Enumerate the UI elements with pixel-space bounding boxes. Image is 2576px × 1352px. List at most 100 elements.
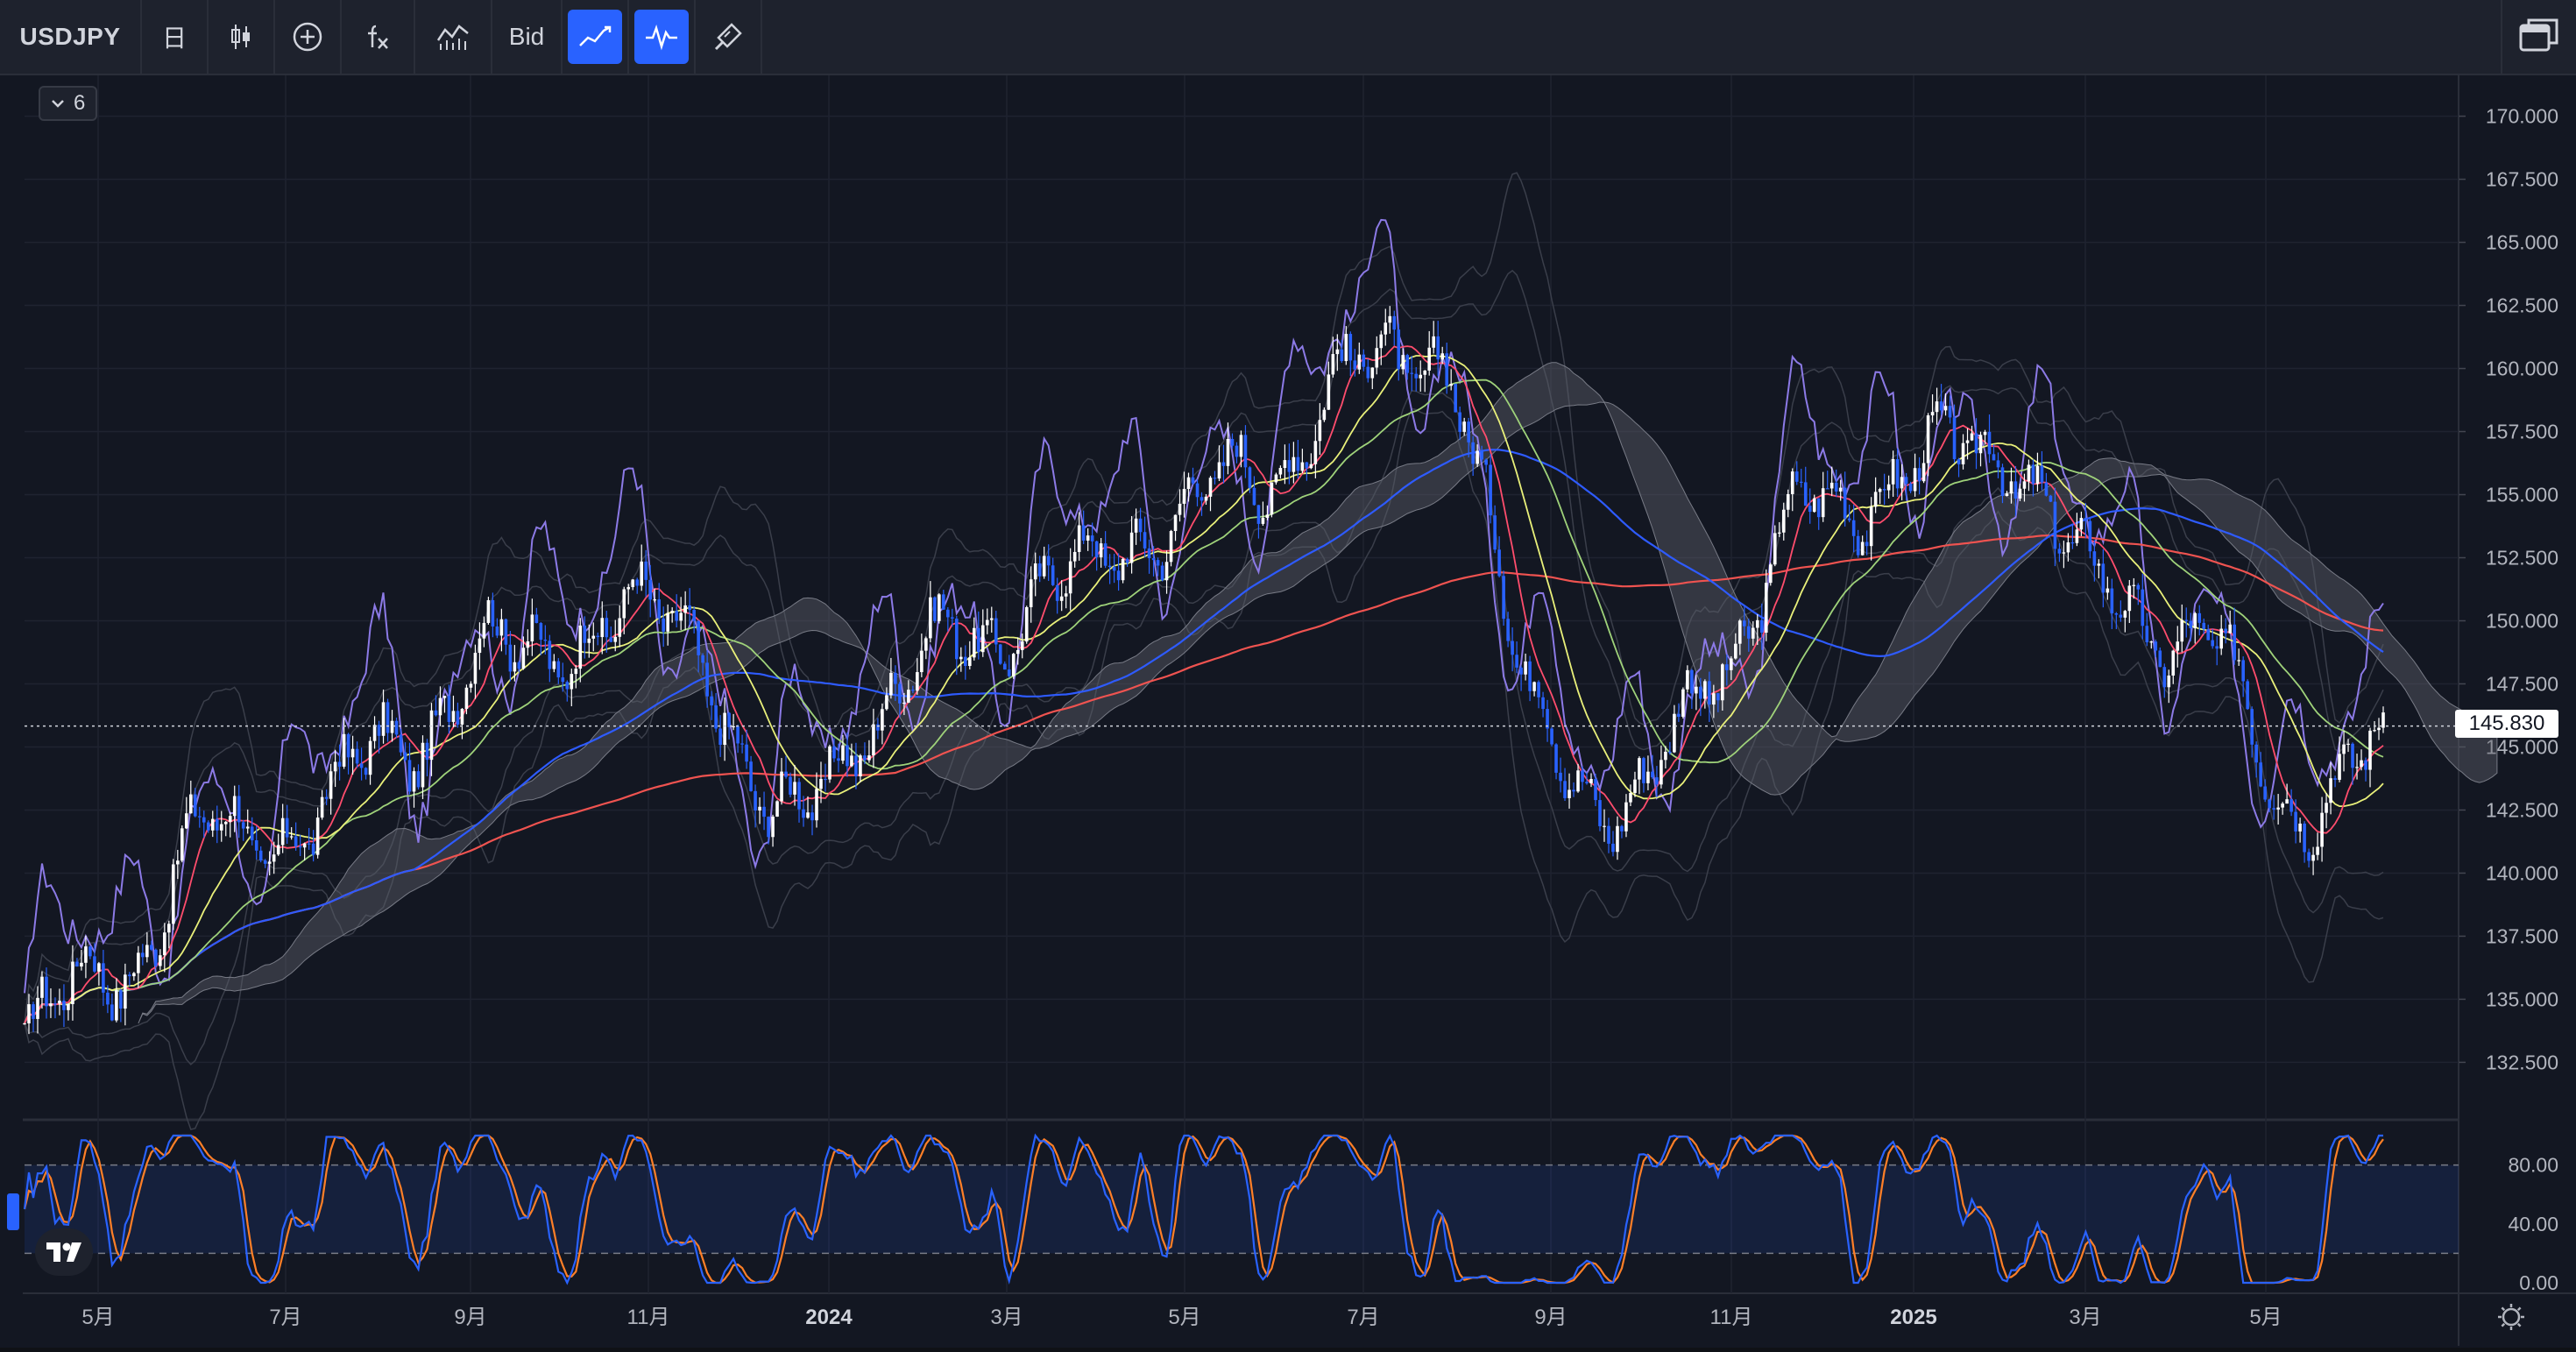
candle-body — [534, 614, 539, 624]
candle-body — [2377, 727, 2381, 731]
candle-body — [1821, 488, 1825, 518]
candle-body — [1624, 802, 1628, 832]
time-axis-label: 5月 — [2249, 1306, 2282, 1329]
candle-body — [272, 854, 276, 862]
candle-body — [1794, 471, 1799, 482]
candle-body — [1712, 693, 1716, 705]
interval-button[interactable]: 日 — [142, 0, 209, 74]
candle-body — [1721, 664, 1724, 701]
candle-body — [1042, 556, 1046, 577]
pulse-toggle-button[interactable] — [629, 0, 696, 74]
candle-body — [1278, 468, 1283, 475]
candle-body — [2197, 612, 2202, 623]
candle-body — [2123, 611, 2127, 618]
candle-body — [237, 796, 241, 823]
candle-body — [421, 742, 425, 788]
candle-body — [2031, 464, 2035, 485]
candle-body — [2338, 754, 2341, 780]
candle-body — [754, 790, 757, 811]
candle-body — [815, 789, 818, 821]
candle-body — [346, 733, 350, 758]
candle-body — [1957, 459, 1961, 464]
candle-body — [2254, 744, 2258, 763]
indicator-legend-toggle[interactable]: 6 — [39, 86, 98, 121]
time-axis-label: 11月 — [627, 1306, 670, 1329]
candle-body — [683, 605, 687, 613]
candle-body — [2070, 542, 2075, 544]
candle-body — [1164, 562, 1169, 581]
candle-body — [2013, 481, 2018, 499]
candle-body — [1344, 334, 1348, 362]
candle-body — [447, 696, 451, 722]
candle-body — [1375, 348, 1379, 368]
candle-body — [1812, 498, 1816, 513]
candle-body — [2219, 628, 2224, 649]
candle-body — [180, 828, 184, 861]
candle-body — [2316, 846, 2319, 855]
chart-area[interactable]: 170.000 167.500 165.000 162.500 160.000 157.5… — [0, 75, 2576, 1348]
candle-body — [1725, 664, 1729, 670]
candle-body — [399, 734, 403, 753]
candle-body — [1099, 543, 1103, 558]
candle-body — [916, 672, 919, 691]
candle-body — [1594, 779, 1597, 801]
pane-resize-handle[interactable] — [7, 1193, 19, 1230]
compare-button[interactable] — [275, 0, 342, 74]
candle-body — [1816, 498, 1821, 518]
candle-body — [1865, 542, 1869, 547]
candle-body — [2027, 464, 2031, 482]
candle-body — [1458, 412, 1461, 432]
candle-body — [1755, 619, 1759, 628]
candle-body — [2040, 465, 2044, 483]
candle-body — [1112, 567, 1116, 571]
candle-body — [924, 638, 928, 651]
candle-body — [1256, 505, 1261, 524]
candle-body — [1427, 347, 1432, 371]
candle-body — [1248, 467, 1252, 488]
price-axis-label: 162.500 — [2486, 294, 2558, 317]
candle-body — [372, 725, 377, 741]
candle-body — [2246, 681, 2249, 710]
drawing-brush-button[interactable] — [696, 0, 762, 74]
candle-body — [2057, 549, 2062, 554]
candle-body — [390, 720, 394, 733]
line-toggle-button[interactable] — [563, 0, 629, 74]
candle-body — [1664, 751, 1667, 761]
candle-body — [172, 864, 175, 924]
candle-body — [867, 755, 871, 761]
candle-body — [1703, 681, 1707, 699]
price-chart[interactable]: 170.000 167.500 165.000 162.500 160.000 157.5… — [0, 75, 2576, 1348]
candle-body — [2005, 493, 2009, 496]
candle-body — [1283, 460, 1287, 469]
tradingview-logo[interactable] — [35, 1228, 93, 1276]
candle-body — [793, 782, 796, 795]
time-axis-label: 11月 — [1710, 1306, 1753, 1329]
candle-body — [302, 843, 307, 848]
bid-button[interactable]: Bid — [492, 0, 563, 74]
symbol-search-button[interactable]: USDJPY — [0, 0, 142, 74]
candle-body — [758, 806, 761, 811]
candle-body — [193, 794, 197, 817]
candle-body — [88, 946, 92, 957]
candle-body — [591, 635, 596, 639]
chart-style-button[interactable] — [209, 0, 275, 74]
candle-body — [1059, 596, 1064, 601]
line-chart-icon — [579, 25, 612, 46]
candle-body — [989, 618, 994, 620]
candle-body — [710, 696, 713, 706]
candle-body — [521, 648, 526, 669]
candle-body — [333, 761, 337, 772]
candle-body — [863, 755, 867, 761]
candle-body — [429, 710, 434, 761]
candle-body — [377, 725, 381, 736]
candle-body — [62, 1000, 66, 1010]
candle-body — [972, 627, 976, 658]
indicators-button[interactable] — [342, 0, 415, 74]
candle-body — [556, 661, 561, 678]
candle-body — [1392, 315, 1397, 330]
candle-body — [2276, 807, 2280, 810]
compare-symbols-button[interactable] — [415, 0, 492, 74]
layout-button[interactable] — [2501, 0, 2576, 74]
candle-body — [1607, 825, 1610, 844]
candle-body — [2289, 799, 2293, 812]
